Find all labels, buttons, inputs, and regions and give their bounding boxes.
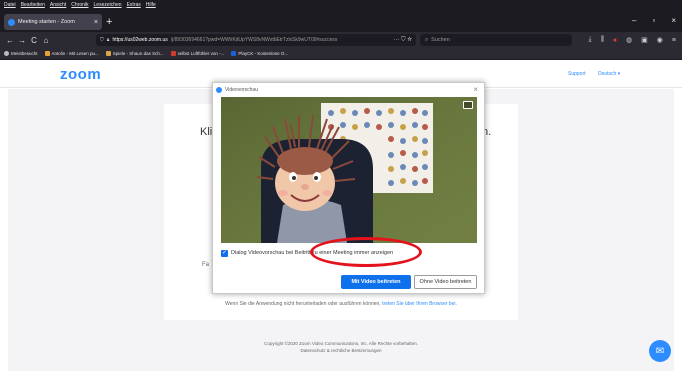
addon-icon[interactable]: ◉ xyxy=(657,36,663,44)
browser-menubar: Datei Bearbeiten Ansicht Chronik Lesezei… xyxy=(0,0,682,10)
chat-icon: ✉ xyxy=(655,345,665,357)
menu-lesezeichen[interactable]: Lesezeichen xyxy=(94,2,122,8)
language-selector[interactable]: Deutsch ▾ xyxy=(598,71,620,77)
playck-icon xyxy=(231,51,237,57)
downloads-icon[interactable]: ⤓ xyxy=(588,36,591,44)
page-actions-icons[interactable]: ··· ⛉ ☆ xyxy=(393,37,416,44)
window-controls: – ▫ × xyxy=(632,16,676,25)
legal-link[interactable]: Datenschutz & rechtliche Bestimmungen xyxy=(0,347,682,354)
tab-title: Meeting starten - Zoom xyxy=(18,19,75,25)
url-bar[interactable]: ⛉ 🔒︎ https://us02web.zoom.us/j/893036946… xyxy=(96,34,416,46)
tab-zoom-meeting[interactable]: Meeting starten - Zoom × xyxy=(4,14,102,30)
dialog-title: Videovorschau xyxy=(225,87,258,93)
maximize-button[interactable]: ▫ xyxy=(652,16,655,25)
sync-icon[interactable]: ◍ xyxy=(626,36,632,44)
join-without-video-button[interactable]: Ohne Video beitreten xyxy=(414,275,477,289)
forward-arrow-icon[interactable]: → xyxy=(16,36,28,45)
switch-camera-icon[interactable] xyxy=(463,101,473,109)
search-icon: ⌕ xyxy=(425,36,429,43)
close-window-button[interactable]: × xyxy=(671,16,676,25)
tab-close-icon[interactable]: × xyxy=(94,19,98,26)
menu-bearbeiten[interactable]: Bearbeiten xyxy=(21,2,45,8)
url-path: /j/89303694661?pwd=WWhKdUpYWS8vNWxtbEtrT… xyxy=(170,37,338,43)
shield-icon: ⛉ xyxy=(100,37,104,43)
red-highlight-ellipse xyxy=(310,237,422,267)
extension-icon[interactable]: ● xyxy=(613,37,617,44)
search-placeholder: Suchen xyxy=(431,37,450,43)
reload-icon[interactable]: C xyxy=(28,36,40,45)
menu-hilfe[interactable]: Hilfe xyxy=(146,2,156,8)
menu-extras[interactable]: Extras xyxy=(127,2,141,8)
video-preview xyxy=(221,97,477,243)
card-footer: Wenn Sie die Anwendung nicht herunterlad… xyxy=(225,301,457,307)
search-input[interactable]: ⌕ Suchen xyxy=(420,34,572,46)
menu-datei[interactable]: Datei xyxy=(4,2,16,8)
copyright-footer: Copyright ©2020 Zoom Video Communication… xyxy=(0,340,682,354)
lock-icon: 🔒︎ xyxy=(106,37,110,43)
zoom-favicon-icon xyxy=(8,18,15,26)
back-arrow-icon[interactable]: ← xyxy=(4,36,16,45)
tab-bar: Meeting starten - Zoom × + – ▫ × xyxy=(0,10,682,32)
antolin-icon xyxy=(44,51,50,57)
toolbar-icons: ⤓ ⫼ ● ◍ ▣ ◉ ≡ xyxy=(588,34,676,46)
copyright-text: Copyright ©2020 Zoom Video Communication… xyxy=(264,341,418,346)
chat-bubble-button[interactable]: ✉ xyxy=(649,340,671,362)
dialog-titlebar: Videovorschau xyxy=(213,83,484,97)
home-icon[interactable]: ⌂ xyxy=(40,36,52,45)
containers-icon[interactable]: ▣ xyxy=(641,36,648,44)
red-site-icon xyxy=(170,51,176,57)
support-link[interactable]: Support xyxy=(568,71,586,77)
minimize-button[interactable]: – xyxy=(632,16,636,25)
camera-image xyxy=(221,97,477,243)
library-icon[interactable]: ⫼ xyxy=(601,36,604,44)
gear-icon xyxy=(4,51,9,57)
menu-chronik[interactable]: Chronik xyxy=(71,2,88,8)
menu-hamburger-icon[interactable]: ≡ xyxy=(672,37,676,44)
shaun-icon xyxy=(105,51,111,57)
card-title-start: Kli xyxy=(200,126,213,138)
zoom-logo[interactable]: zoom xyxy=(60,66,101,83)
dialog-close-icon[interactable]: × xyxy=(473,85,478,94)
bookmark-shaun[interactable]: Spiele - Shaun das Sch... xyxy=(105,51,164,57)
join-via-browser-link[interactable]: treten Sie über Ihren Browser bei. xyxy=(382,301,457,307)
bookmarks-bar: Meistbesucht Antolin - Mit Lesen pu... S… xyxy=(0,48,682,60)
bookmark-playck[interactable]: PlayCK - Kostenlose O... xyxy=(231,51,288,57)
bookmark-luftfuehler[interactable]: selbst Luftfühler von -... xyxy=(170,51,224,57)
new-tab-button[interactable]: + xyxy=(106,16,112,28)
menu-ansicht[interactable]: Ansicht xyxy=(50,2,66,8)
card-text-fragment: Fa xyxy=(202,262,210,268)
bookmark-antolin[interactable]: Antolin - Mit Lesen pu... xyxy=(44,51,99,57)
url-host: https://us02web.zoom.us xyxy=(112,37,168,43)
zoom-app-icon xyxy=(216,87,222,93)
bookmark-meistbesucht[interactable]: Meistbesucht xyxy=(4,51,38,57)
always-show-preview-checkbox[interactable]: ✓ xyxy=(221,249,228,257)
join-with-video-button[interactable]: Mit Video beitreten xyxy=(341,275,411,289)
navigation-toolbar: ← → C ⌂ ⛉ 🔒︎ https://us02web.zoom.us/j/8… xyxy=(0,32,682,48)
